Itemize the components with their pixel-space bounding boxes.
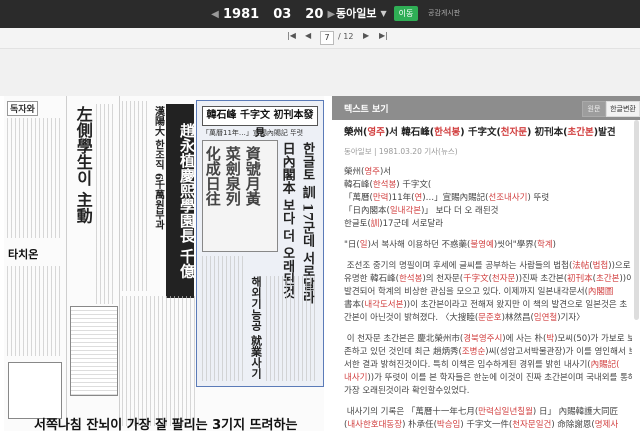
top-toolbar: ◀ 1981 03 20 ▶ 동아일보 ▼ 이동 공감게시판: [0, 0, 640, 28]
text-column: [7, 266, 63, 356]
article-title: 榮州(영주)서 韓石峰(한석봉) 千字文(천자문) 初刊本(초간본)발견: [344, 127, 616, 138]
last-page-icon[interactable]: ▶|: [379, 31, 388, 40]
panel-header: 텍스트 보기 원문 한글변환: [332, 96, 640, 120]
ad-tachion: 타치온: [8, 248, 39, 261]
text-column: [122, 296, 196, 426]
newspaper-page-image[interactable]: 독자와 타치온 左側學生이 主動 漢陽大 한조직 6千萬원부과 趙永植慶熙學園長…: [4, 96, 324, 431]
ad-illustration: [8, 362, 62, 419]
newspaper-select[interactable]: 동아일보 ▼: [336, 5, 387, 21]
body-paragraph-2: 이 천자문 초간본은 慶北榮州市(경북영주시)에 사는 朴(박)모씨(50)가 …: [344, 334, 632, 396]
day-value[interactable]: 20: [305, 7, 323, 22]
masthead-logo: 독자와: [7, 101, 38, 116]
year-value[interactable]: 1981: [223, 7, 259, 22]
month-value[interactable]: 03: [273, 7, 291, 22]
newspaper-name: 동아일보: [336, 7, 377, 20]
ad-box: [70, 306, 118, 396]
next-page-icon[interactable]: ▶: [363, 31, 369, 40]
first-page-icon[interactable]: |◀: [287, 31, 296, 40]
text-column: [96, 104, 116, 304]
share-board-link[interactable]: 공감게시판: [428, 8, 460, 18]
page-total: / 12: [338, 32, 354, 41]
body-paragraph-3: 내사기의 기록은 「萬曆十一年七月(만력십일년칠월) 日」 內賜韓護大同匠 (내…: [344, 407, 619, 430]
chevron-down-icon: ▼: [380, 8, 387, 18]
tab-hangul[interactable]: 한글변환: [606, 101, 640, 117]
bottom-headline: 서쪽나침 잔뇌이 가장 잘 팔리는 3기지 뜨려하는: [34, 418, 298, 431]
text-column: [266, 276, 318, 381]
text-column: [202, 256, 246, 381]
date-navigator: ◀ 1981 03 20 ▶: [210, 5, 336, 23]
article-text: 榮州(영주)서 韓石峰(한석봉) 千字文(천자문) 初刊本(초간본)발견 동아일…: [344, 126, 632, 440]
prev-year-icon[interactable]: ◀: [210, 9, 220, 20]
panel-title: 텍스트 보기: [344, 105, 389, 115]
middle-headline-1: 趙永植慶熙學園長 千億: [166, 104, 196, 298]
move-button[interactable]: 이동: [394, 6, 418, 21]
text-view-panel: 텍스트 보기 원문 한글변환 榮州(영주)서 韓石峰(한석봉) 千字文(천자문)…: [332, 96, 640, 431]
article-subheadline: 「萬曆11年…」宣賜內賜記 뚜렷: [202, 129, 304, 137]
page-number-input[interactable]: 7: [320, 31, 334, 45]
left-headline: 左側學生이 主動: [73, 106, 93, 224]
article-meta: 동아일보 | 1981.03.20 기사(뉴스): [344, 147, 458, 156]
next-day-icon[interactable]: ▶: [326, 9, 336, 20]
text-column: [122, 101, 150, 291]
middle-headline-2: 漢陽大 한조직 6千萬원부과: [152, 106, 164, 230]
page-pager: |◀ ◀ 7 / 12 ▶ ▶|: [0, 28, 640, 49]
panel-scrollbar[interactable]: [634, 120, 639, 320]
body-paragraph-1: 조선조 중기의 명필이며 후세에 글씨를 공부하는 사람들의 법첩(法帖(법첩)…: [344, 261, 632, 323]
text-column: [7, 118, 63, 238]
viewer-gap: [0, 49, 640, 96]
quote-line: "日(일)서 복사해 이용하던 不惑藥(불영예)씻어"學界(학계): [344, 240, 556, 250]
tab-original[interactable]: 원문: [582, 101, 606, 117]
prev-page-icon[interactable]: ◀: [305, 31, 311, 40]
article-headline-box: 韓石峰 千字文 初刊本發見: [202, 106, 318, 139]
headline-block: 榮州(영주)서 韓石峰(한석봉) 千字文( 「萬曆(만력)11年(연)…」宣賜內…: [344, 167, 550, 229]
side-headline: 해외기능공 就業사기: [249, 276, 263, 379]
